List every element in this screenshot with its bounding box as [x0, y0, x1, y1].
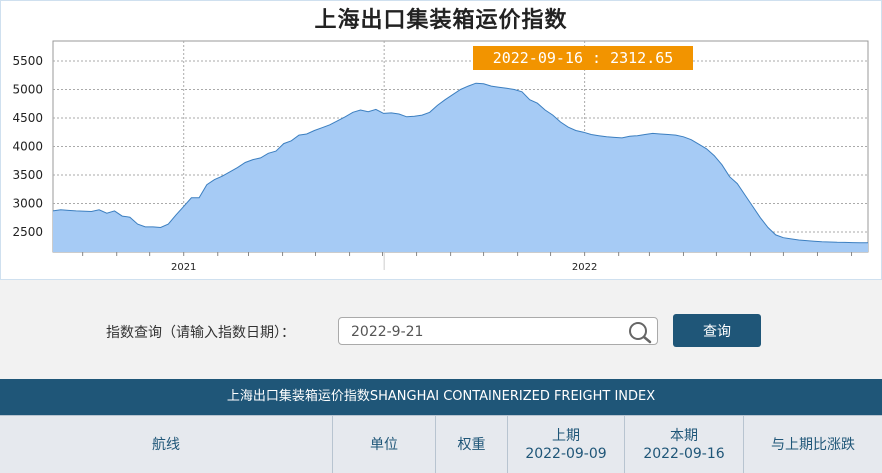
y-tick-label: 5500: [12, 54, 43, 68]
x-tick-label: 2021: [171, 262, 196, 273]
column-label: 上期: [552, 427, 580, 444]
y-tick-label: 2500: [12, 225, 43, 239]
index-chart[interactable]: 2500 3000 3500 4000 4500 5000 5500 2021 2022 2022…: [0, 0, 882, 280]
column-label: 与上期比涨跌: [771, 436, 855, 453]
column-route: 航线: [0, 416, 333, 473]
column-current: 本期 2022-09-16: [625, 416, 744, 473]
column-previous: 上期 2022-09-09: [508, 416, 625, 473]
y-tick-label: 3000: [12, 197, 43, 211]
column-change: 与上期比涨跌: [744, 416, 882, 473]
y-tick-label: 5000: [12, 82, 43, 96]
column-unit: 单位: [333, 416, 436, 473]
date-field[interactable]: [338, 317, 658, 345]
y-tick-label: 4000: [12, 140, 43, 154]
query-button[interactable]: 查询: [673, 314, 761, 347]
column-label: 航线: [152, 436, 180, 453]
table-title: 上海出口集装箱运价指数SHANGHAI CONTAINERIZED FREIGH…: [0, 379, 882, 415]
column-date: 2022-09-09: [525, 445, 607, 462]
query-label: 指数查询（请输入指数日期）：: [106, 325, 295, 341]
tooltip-text: 2022-09-16 : 2312.65: [493, 49, 674, 67]
column-weight: 权重: [436, 416, 508, 473]
chart-title: 上海出口集装箱运价指数: [314, 7, 568, 33]
x-tick-label: 2022: [572, 262, 597, 273]
search-icon[interactable]: [627, 320, 653, 344]
column-label: 单位: [370, 436, 398, 453]
date-input[interactable]: [349, 323, 623, 341]
column-label: 本期: [670, 427, 698, 444]
query-row: 指数查询（请输入指数日期）： 查询: [0, 314, 882, 348]
y-tick-label: 4500: [12, 111, 43, 125]
y-tick-label: 3500: [12, 168, 43, 182]
table-header-row: 航线 单位 权重 上期 2022-09-09 本期 2022-09-16 与上期…: [0, 415, 882, 473]
column-date: 2022-09-16: [643, 445, 725, 462]
column-label: 权重: [457, 436, 486, 453]
